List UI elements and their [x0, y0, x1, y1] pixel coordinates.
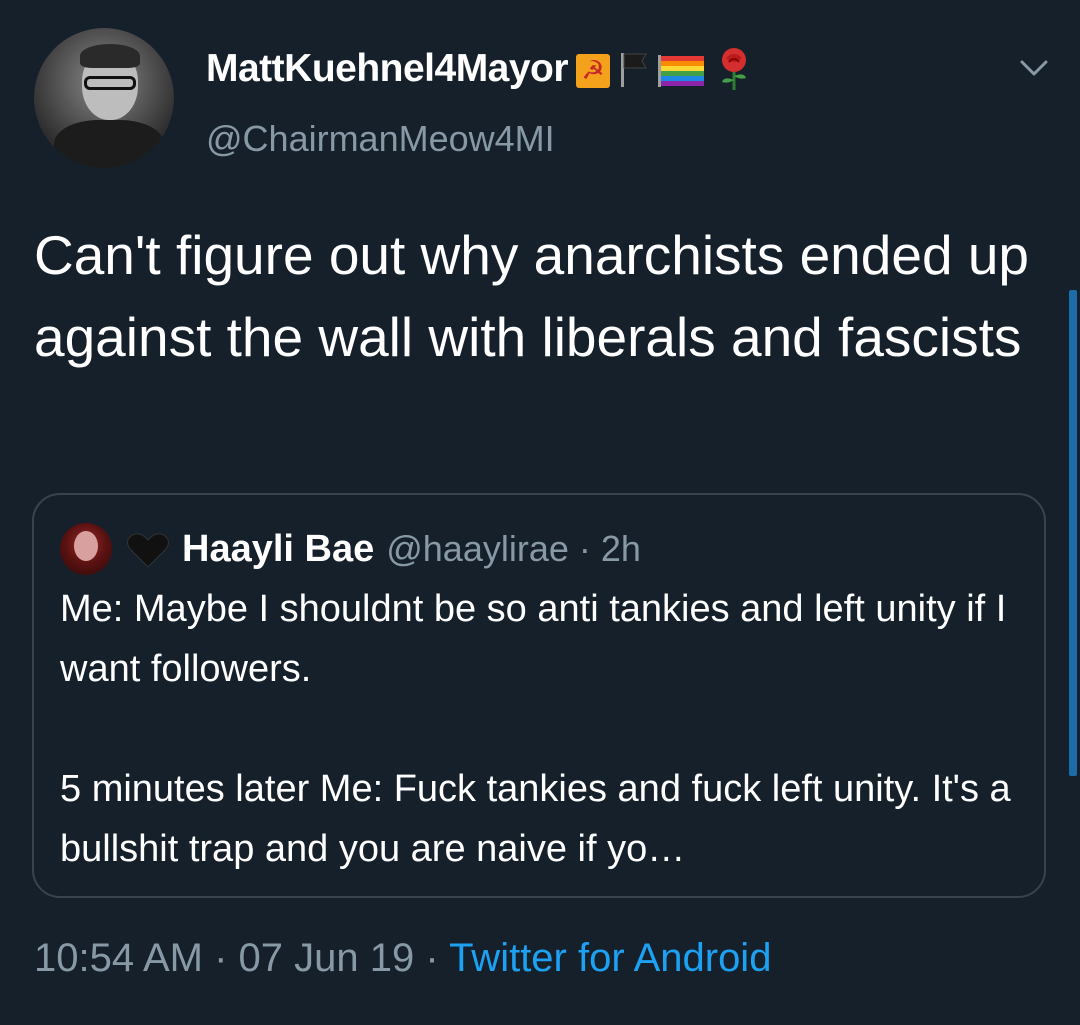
quoted-tweet-text: Me: Maybe I shouldnt be so anti tankies …: [60, 579, 1020, 879]
scrollbar[interactable]: [1069, 290, 1077, 776]
tweet-detail-view: MattKuehnel4Mayor ☭ @ChairmanMeow4MI Can…: [0, 0, 1080, 1025]
tweet-source-link[interactable]: Twitter for Android: [449, 936, 771, 980]
chevron-down-icon[interactable]: [1016, 56, 1052, 80]
author-name-row[interactable]: MattKuehnel4Mayor ☭: [206, 44, 754, 94]
quoted-tweet-paragraph: 5 minutes later Me: Fuck tankies and fuc…: [60, 768, 1011, 870]
author-display-name[interactable]: MattKuehnel4Mayor: [206, 47, 569, 91]
quoted-author-handle-time: @haaylirae · 2h: [386, 528, 641, 569]
avatar-shirt: [54, 120, 164, 168]
avatar-hair: [80, 44, 140, 68]
quoted-tweet-card[interactable]: Haayli Bae @haaylirae · 2h Me: Maybe I s…: [32, 493, 1046, 898]
rainbow-flag-icon: [656, 49, 706, 89]
hammer-and-sickle-icon: ☭: [576, 54, 611, 88]
author-handle[interactable]: @ChairmanMeow4MI: [206, 118, 555, 160]
black-heart-icon: [127, 533, 169, 568]
quoted-tweet-header: Haayli Bae @haaylirae · 2h: [182, 521, 641, 577]
tweet-text: Can't figure out why anarchists ended up…: [34, 224, 1045, 368]
quoted-author-avatar: [60, 523, 112, 575]
black-flag-icon: [618, 49, 648, 89]
quoted-author-name: Haayli Bae: [182, 527, 375, 570]
quoted-avatar-face: [74, 531, 98, 561]
avatar-glasses: [84, 76, 136, 90]
rose-icon: [714, 46, 754, 92]
quoted-tweet-paragraph: Me: Maybe I shouldnt be so anti tankies …: [60, 588, 1007, 690]
tweet-timestamp[interactable]: 10:54 AM · 07 Jun 19 ·: [34, 936, 449, 980]
tweet-meta: 10:54 AM · 07 Jun 19 · Twitter for Andro…: [34, 936, 771, 981]
author-avatar[interactable]: [34, 28, 174, 168]
